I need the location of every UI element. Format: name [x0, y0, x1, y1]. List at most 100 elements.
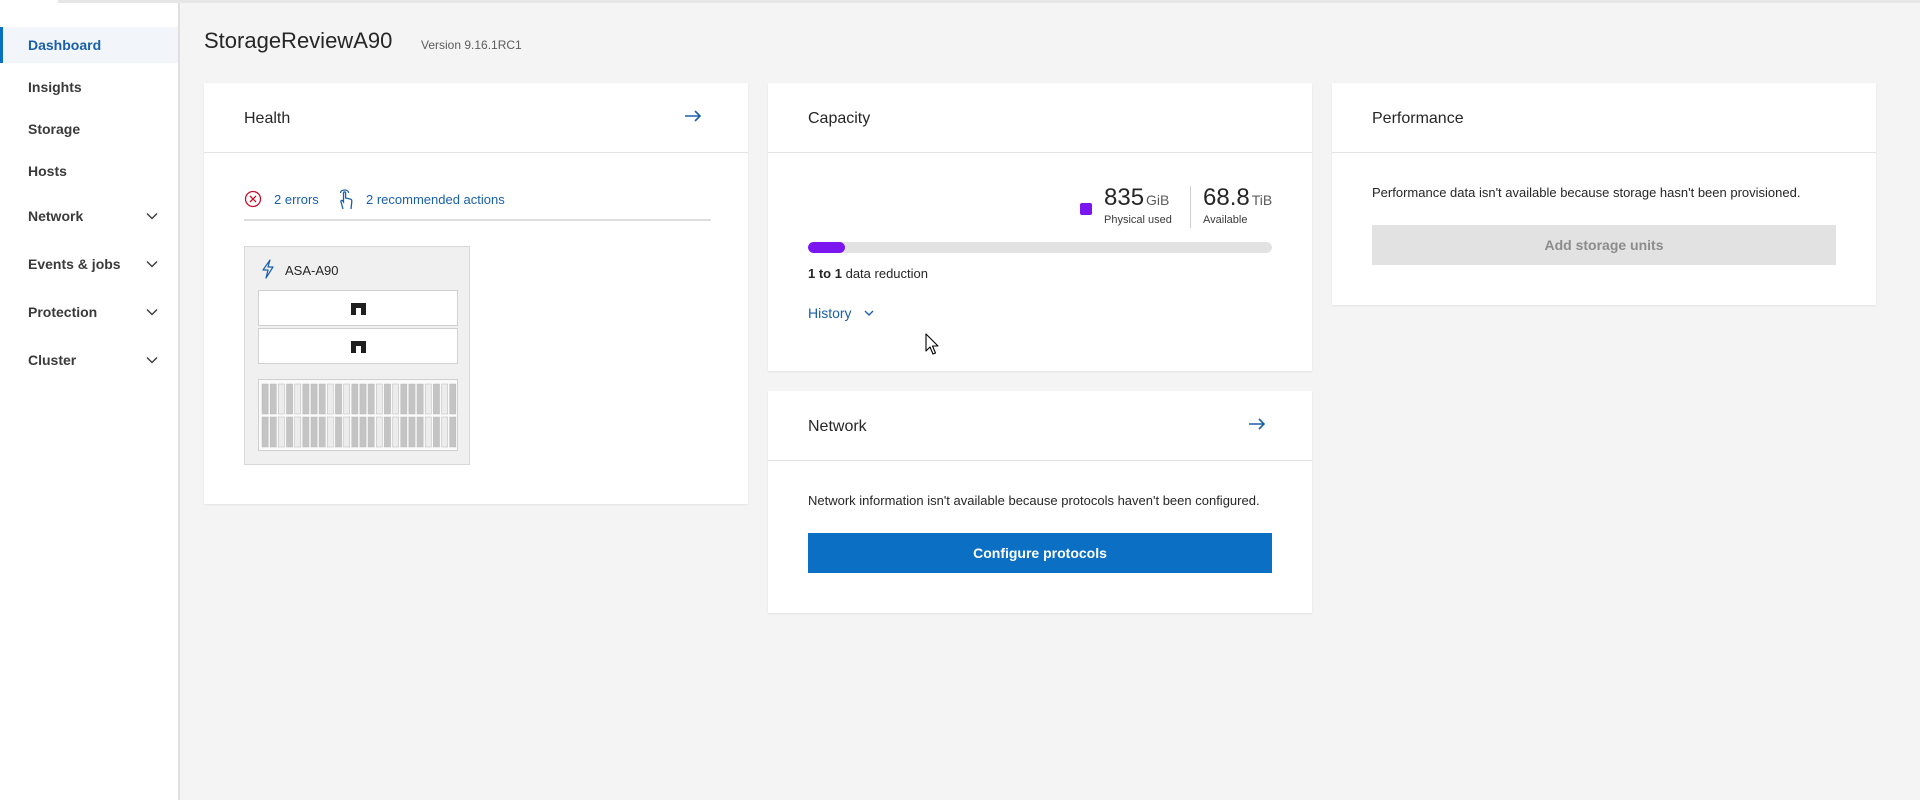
physical-used-label: Physical used: [1104, 214, 1172, 226]
sidebar-item-label: Events & jobs: [28, 256, 121, 272]
health-card-header: Health: [204, 83, 748, 153]
physical-used-value: 835 GiB: [1104, 184, 1169, 212]
recommended-actions-link[interactable]: 2 recommended actions: [366, 192, 505, 207]
controller-slot[interactable]: [258, 328, 458, 364]
drive-bay: [294, 383, 302, 415]
capacity-title: Capacity: [808, 110, 871, 127]
drive-bay: [408, 383, 416, 415]
top-bar: [0, 0, 1920, 3]
chevron-down-icon: [146, 357, 158, 364]
sidebar-item-label: Storage: [28, 121, 81, 137]
sidebar-item-label: Protection: [28, 304, 98, 320]
sidebar-item-events-jobs[interactable]: Events & jobs: [0, 246, 178, 282]
drive-bay: [400, 383, 408, 415]
history-toggle[interactable]: History: [808, 305, 874, 321]
sidebar-item-label: Hosts: [28, 163, 67, 179]
drive-bay: [286, 383, 293, 415]
drive-shelf[interactable]: [258, 379, 458, 451]
drive-bay: [359, 383, 367, 415]
network-message: Network information isn't available beca…: [808, 493, 1260, 508]
sidebar-item-cluster[interactable]: Cluster: [0, 342, 178, 378]
device-tile-asa-a90[interactable]: ASA-A90: [244, 246, 470, 465]
sidebar-item-label: Cluster: [28, 352, 77, 368]
drive-bay: [400, 416, 408, 448]
chevron-down-icon: [146, 309, 158, 316]
capacity-bar: [808, 242, 1272, 253]
drive-bay: [310, 383, 318, 415]
chevron-down-icon: [146, 213, 158, 220]
device-name: ASA-A90: [285, 263, 339, 278]
drive-bay: [449, 383, 457, 415]
drive-bay: [261, 416, 269, 448]
capacity-separator: [1190, 186, 1191, 228]
performance-card-header: Performance: [1332, 83, 1876, 153]
drive-bay: [335, 383, 342, 415]
health-card: Health 2 errors 2 recommended actions AS…: [204, 83, 748, 504]
network-title: Network: [808, 418, 867, 435]
drive-bay: [433, 416, 440, 448]
add-storage-units-button[interactable]: Add storage units: [1372, 225, 1836, 265]
drive-bay: [441, 416, 448, 448]
drive-bay: [318, 383, 326, 415]
arrow-right-icon[interactable]: [1248, 415, 1266, 433]
lightning-icon: [262, 259, 274, 279]
controller-icon: [351, 303, 366, 315]
capacity-bar-fill: [808, 242, 846, 253]
sidebar-item-label: Network: [28, 208, 84, 224]
reduction-text: data reduction: [845, 266, 928, 281]
drive-bay: [269, 416, 277, 448]
drive-bay: [302, 383, 310, 415]
drive-bay: [392, 383, 399, 415]
drive-bay: [302, 416, 310, 448]
drive-bay: [278, 383, 285, 415]
page-title: StorageReviewA90: [204, 28, 393, 53]
network-card: Network Network information isn't availa…: [768, 391, 1312, 613]
drive-bay: [416, 383, 424, 415]
health-divider: [244, 219, 711, 221]
sidebar-item-hosts[interactable]: Hosts: [0, 153, 178, 189]
drive-bay: [416, 416, 424, 448]
health-summary: 2 errors 2 recommended actions: [244, 187, 711, 211]
sidebar-item-insights[interactable]: Insights: [0, 69, 178, 105]
configure-protocols-button[interactable]: Configure protocols: [808, 533, 1272, 573]
sidebar: Dashboard Insights Storage Hosts Network…: [0, 3, 180, 800]
sidebar-item-storage[interactable]: Storage: [0, 111, 178, 147]
history-label: History: [808, 305, 852, 321]
reduction-ratio: 1 to 1: [808, 266, 842, 281]
sidebar-item-label: Insights: [28, 79, 82, 95]
drive-bay: [318, 416, 326, 448]
drive-bay: [408, 416, 416, 448]
arrow-right-icon[interactable]: [684, 107, 702, 125]
used-unit: GiB: [1146, 192, 1170, 208]
controller-slot[interactable]: [258, 290, 458, 326]
drive-bay: [294, 416, 302, 448]
drive-bay: [310, 416, 318, 448]
sidebar-item-protection[interactable]: Protection: [0, 294, 178, 330]
mouse-cursor-icon: [925, 333, 939, 355]
drive-bay: [392, 416, 399, 448]
available-label: Available: [1203, 214, 1248, 226]
controller-icon: [351, 341, 366, 353]
errors-link[interactable]: 2 errors: [274, 192, 319, 207]
data-reduction: 1 to 1 data reduction: [808, 266, 928, 281]
performance-card: Performance Performance data isn't avail…: [1332, 83, 1876, 305]
used-number: 835: [1104, 184, 1145, 211]
error-icon: [244, 190, 262, 208]
drive-bay: [351, 383, 359, 415]
drive-bay: [433, 383, 440, 415]
chevron-down-icon: [146, 261, 158, 268]
capacity-card-header: Capacity: [768, 83, 1312, 153]
sidebar-item-dashboard[interactable]: Dashboard: [0, 27, 178, 63]
drive-bay: [424, 416, 432, 448]
sidebar-item-network[interactable]: Network: [0, 198, 178, 234]
drive-bay: [327, 416, 334, 448]
drive-bay: [269, 383, 277, 415]
drive-bay: [449, 416, 457, 448]
network-card-header: Network: [768, 391, 1312, 461]
drive-bay: [343, 383, 351, 415]
drive-shelf-graphic: [261, 383, 457, 448]
drive-bay: [359, 416, 367, 448]
available-unit: TiB: [1251, 192, 1273, 208]
drive-bay: [327, 383, 334, 415]
version-label: Version 9.16.1RC1: [421, 38, 522, 52]
